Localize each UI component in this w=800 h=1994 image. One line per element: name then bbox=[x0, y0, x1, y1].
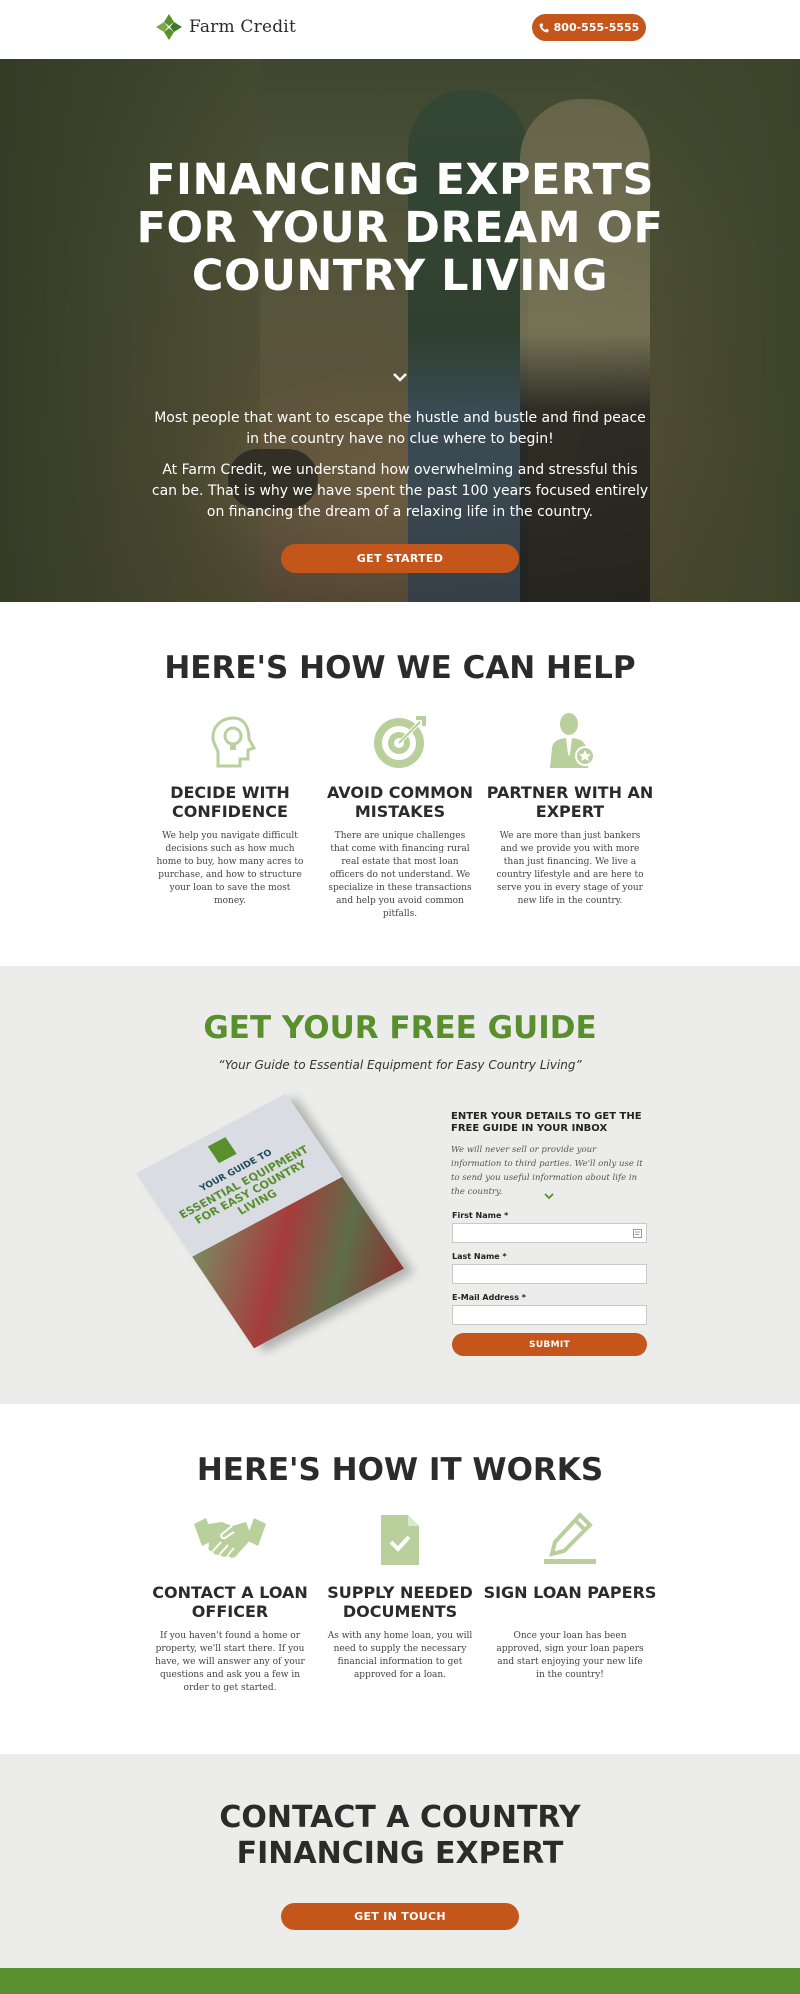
last-name-label: Last Name * bbox=[452, 1252, 507, 1261]
help-text-2: There are unique challenges that come wi… bbox=[328, 831, 472, 919]
help-title: HERE'S HOW WE CAN HELP bbox=[164, 650, 636, 686]
works-text-2: As with any home loan, you will need to … bbox=[327, 1631, 473, 1680]
last-name-input[interactable] bbox=[452, 1264, 647, 1284]
phone-label: 800-555-5555 bbox=[553, 21, 640, 34]
guide-subtitle: “Your Guide to Essential Equipment for E… bbox=[218, 1058, 582, 1072]
phone-button[interactable]: 800-555-5555 bbox=[532, 14, 646, 41]
help-heading-2: AVOID COMMON MISTAKES bbox=[327, 783, 473, 821]
help-section: HERE'S HOW WE CAN HELP DECIDE WITH CONFI… bbox=[0, 602, 800, 966]
help-heading-1: DECIDE WITH CONFIDENCE bbox=[170, 783, 290, 821]
get-in-touch-button[interactable]: GET IN TOUCH bbox=[281, 1903, 519, 1930]
guide-title: GET YOUR FREE GUIDE bbox=[203, 1010, 597, 1046]
form-privacy-note: We will never sell or provide your infor… bbox=[451, 1145, 643, 1197]
works-text-1: If you haven't found a home or property,… bbox=[155, 1631, 305, 1693]
handshake-icon bbox=[194, 1518, 266, 1558]
footer-bar bbox=[0, 1968, 800, 1994]
logo-text: Farm Credit bbox=[189, 17, 296, 37]
get-started-button[interactable]: GET STARTED bbox=[281, 544, 519, 573]
guide-section: GET YOUR FREE GUIDE “Your Guide to Essen… bbox=[0, 966, 800, 1404]
first-name-input[interactable] bbox=[452, 1223, 647, 1243]
works-heading-3: SIGN LOAN PAPERS bbox=[483, 1583, 657, 1602]
contact-section: CONTACT A COUNTRY FINANCING EXPERT GET I… bbox=[0, 1754, 800, 1968]
document-check-icon bbox=[381, 1515, 419, 1565]
hero-section: FINANCING EXPERTS FOR YOUR DREAM OF COUN… bbox=[0, 59, 800, 602]
works-heading-1: CONTACT A LOAN OFFICER bbox=[152, 1583, 308, 1621]
lightbulb-head-icon bbox=[211, 716, 257, 768]
help-text-3: We are more than just bankers and we pro… bbox=[496, 831, 644, 906]
chevron-down-icon bbox=[544, 1193, 554, 1200]
logo[interactable]: Farm Credit bbox=[155, 13, 296, 41]
expert-person-icon bbox=[550, 713, 595, 768]
help-heading-3: PARTNER WITH AN EXPERT bbox=[486, 783, 654, 821]
form-heading: ENTER YOUR DETAILS TO GET THE FREE GUIDE… bbox=[451, 1111, 642, 1134]
works-heading-2: SUPPLY NEEDED DOCUMENTS bbox=[327, 1583, 473, 1621]
hero-paragraph-1: Most people that want to escape the hust… bbox=[154, 410, 646, 447]
site-header: Farm Credit 800-555-5555 bbox=[0, 0, 800, 59]
contact-title: CONTACT A COUNTRY FINANCING EXPERT bbox=[219, 1800, 581, 1871]
autofill-card-icon bbox=[633, 1229, 642, 1238]
chevron-down-icon bbox=[393, 373, 407, 382]
email-label: E-Mail Address * bbox=[452, 1293, 526, 1302]
works-text-3: Once your loan has been approved, sign y… bbox=[496, 1631, 644, 1680]
hero-title: FINANCING EXPERTS FOR YOUR DREAM OF COUN… bbox=[136, 155, 664, 301]
works-section: HERE'S HOW IT WORKS CONTACT A LOAN OFFIC… bbox=[0, 1404, 800, 1754]
first-name-label: First Name * bbox=[452, 1211, 509, 1220]
logo-mark-icon bbox=[156, 14, 182, 40]
works-title: HERE'S HOW IT WORKS bbox=[196, 1452, 604, 1488]
target-icon bbox=[374, 716, 426, 768]
pencil-sign-icon bbox=[544, 1512, 596, 1564]
hero-paragraph-2: At Farm Credit, we understand how overwh… bbox=[151, 462, 649, 520]
email-input[interactable] bbox=[452, 1305, 647, 1325]
guide-form: ENTER YOUR DETAILS TO GET THE FREE GUIDE… bbox=[451, 1111, 647, 1325]
guide-book-cover: YOUR GUIDE TO ESSENTIAL EQUIPMENT FOR EA… bbox=[135, 1093, 405, 1349]
phone-icon bbox=[539, 23, 549, 32]
help-text-1: We help you navigate difficult decisions… bbox=[156, 831, 304, 906]
submit-button[interactable]: SUBMIT bbox=[452, 1333, 647, 1356]
